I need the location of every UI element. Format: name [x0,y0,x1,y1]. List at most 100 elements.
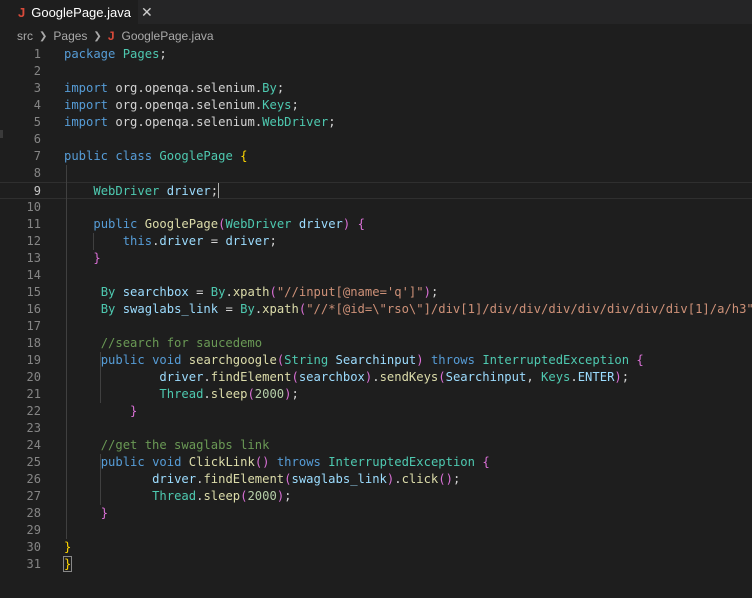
line-number: 31 [26,557,41,571]
code-line[interactable]: 5 import org.openqa.selenium.WebDriver; [0,114,752,131]
code-line[interactable]: 11 public GooglePage(WebDriver driver) { [0,216,752,233]
line-number: 6 [33,132,41,146]
line-number: 7 [33,149,41,163]
code-text: public class GooglePage { [64,149,248,163]
code-line[interactable]: 2 [0,63,752,80]
line-number: 5 [33,115,41,129]
line-number: 16 [26,302,41,316]
line-number: 27 [26,489,41,503]
line-number: 22 [26,404,41,418]
line-number: 26 [26,472,41,486]
code-text: public GooglePage(WebDriver driver) { [93,217,365,231]
breadcrumb-src[interactable]: src [17,29,33,43]
code-text: } [130,404,138,418]
code-text: By swaglabs_link = By.xpath("//*[@id=\"r… [100,302,752,316]
line-number: 9 [33,184,41,198]
code-text: driver.findElement(swaglabs_link).click(… [152,472,461,486]
code-line[interactable]: 23 [0,420,752,437]
code-text: public void searchgoogle(String Searchin… [100,353,644,367]
code-editor[interactable]: 1 package Pages; 2 3 import org.openqa.selen… [0,46,752,573]
code-line[interactable]: 27 Thread.sleep(2000); [0,488,752,505]
code-line[interactable]: 8 [0,165,752,182]
line-number: 17 [26,319,41,333]
breadcrumb-pages[interactable]: Pages [53,29,87,43]
line-number: 1 [33,47,41,61]
line-number: 18 [26,336,41,350]
line-number: 14 [26,268,41,282]
code-line[interactable]: 20 driver.findElement(searchbox).sendKey… [0,369,752,386]
code-line[interactable]: 1 package Pages; [0,46,752,63]
close-icon[interactable]: ✕ [141,4,153,21]
code-text: driver.findElement(searchbox).sendKeys(S… [159,370,630,384]
line-number: 20 [26,370,41,384]
code-line[interactable]: 6 [0,131,752,148]
code-line[interactable]: 31} [0,556,752,573]
code-line[interactable]: 26 driver.findElement(swaglabs_link).cli… [0,471,752,488]
code-line[interactable]: 25 public void ClickLink() throws Interr… [0,454,752,471]
breadcrumb-file[interactable]: GooglePage.java [122,29,214,43]
code-text: //get the swaglabs link [100,438,270,452]
indent-guide [93,233,94,250]
code-line[interactable]: 10 [0,199,752,216]
indent-guide [100,352,101,403]
code-text: By searchbox = By.xpath("//input[@name='… [100,285,439,299]
line-number: 24 [26,438,41,452]
code-line[interactable]: 29 [0,522,752,539]
code-text: package Pages; [64,47,167,61]
line-number: 21 [26,387,41,401]
line-number: 15 [26,285,41,299]
line-number: 2 [33,64,41,78]
line-number: 4 [33,98,41,112]
code-text: Thread.sleep(2000); [152,489,292,503]
code-line[interactable]: 19 public void searchgoogle(String Searc… [0,352,752,369]
code-line[interactable]: 12 this.driver = driver; [0,233,752,250]
code-line[interactable]: 18 //search for saucedemo [0,335,752,352]
code-line[interactable]: 14 [0,267,752,284]
line-number: 23 [26,421,41,435]
line-number: 25 [26,455,41,469]
chevron-right-icon: ❯ [39,30,48,42]
code-line[interactable]: 13 } [0,250,752,267]
code-line[interactable]: 30} [0,539,752,556]
code-text: import org.openqa.selenium.WebDriver; [64,115,336,129]
code-text: } [62,556,73,572]
code-line[interactable]: 24 //get the swaglabs link [0,437,752,454]
code-text: } [100,506,109,520]
chevron-right-icon: ❯ [93,30,102,42]
indent-guide [66,165,67,539]
code-line[interactable]: 9 WebDriver driver; [0,182,752,199]
code-text: WebDriver driver; [93,183,220,198]
code-text: } [64,540,72,554]
line-number: 29 [26,523,41,537]
line-number: 19 [26,353,41,367]
tab-bar: J GooglePage.java ✕ [0,0,752,24]
code-text: import org.openqa.selenium.Keys; [64,98,299,112]
code-line[interactable]: 22 } [0,403,752,420]
code-line[interactable]: 4 import org.openqa.selenium.Keys; [0,97,752,114]
indent-guide [100,454,101,505]
tab-googlepage-java[interactable]: J GooglePage.java ✕ [0,0,153,24]
code-line[interactable]: 3 import org.openqa.selenium.By; [0,80,752,97]
code-line[interactable]: 28 } [0,505,752,522]
code-line[interactable]: 7 public class GooglePage { [0,148,752,165]
line-number: 3 [33,81,41,95]
code-text: import org.openqa.selenium.By; [64,81,285,95]
java-file-icon: J [107,29,115,43]
line-number: 11 [26,217,41,231]
text-caret [218,183,220,198]
breadcrumb: src ❯ Pages ❯ J GooglePage.java [0,24,752,48]
line-number: 12 [26,234,41,248]
code-text: this.driver = driver; [122,234,277,248]
line-number: 10 [26,200,41,214]
code-text: public void ClickLink() throws Interrupt… [100,455,490,469]
line-number: 28 [26,506,41,520]
line-number: 30 [26,540,41,554]
line-number: 8 [33,166,41,180]
code-text: } [93,251,101,265]
code-line[interactable]: 17 [0,318,752,335]
code-line[interactable]: 21 Thread.sleep(2000); [0,386,752,403]
java-file-icon: J [18,4,26,20]
code-line[interactable]: 15 By searchbox = By.xpath("//input[@nam… [0,284,752,301]
line-number: 13 [26,251,41,265]
code-line[interactable]: 16 By swaglabs_link = By.xpath("//*[@id=… [0,301,752,318]
